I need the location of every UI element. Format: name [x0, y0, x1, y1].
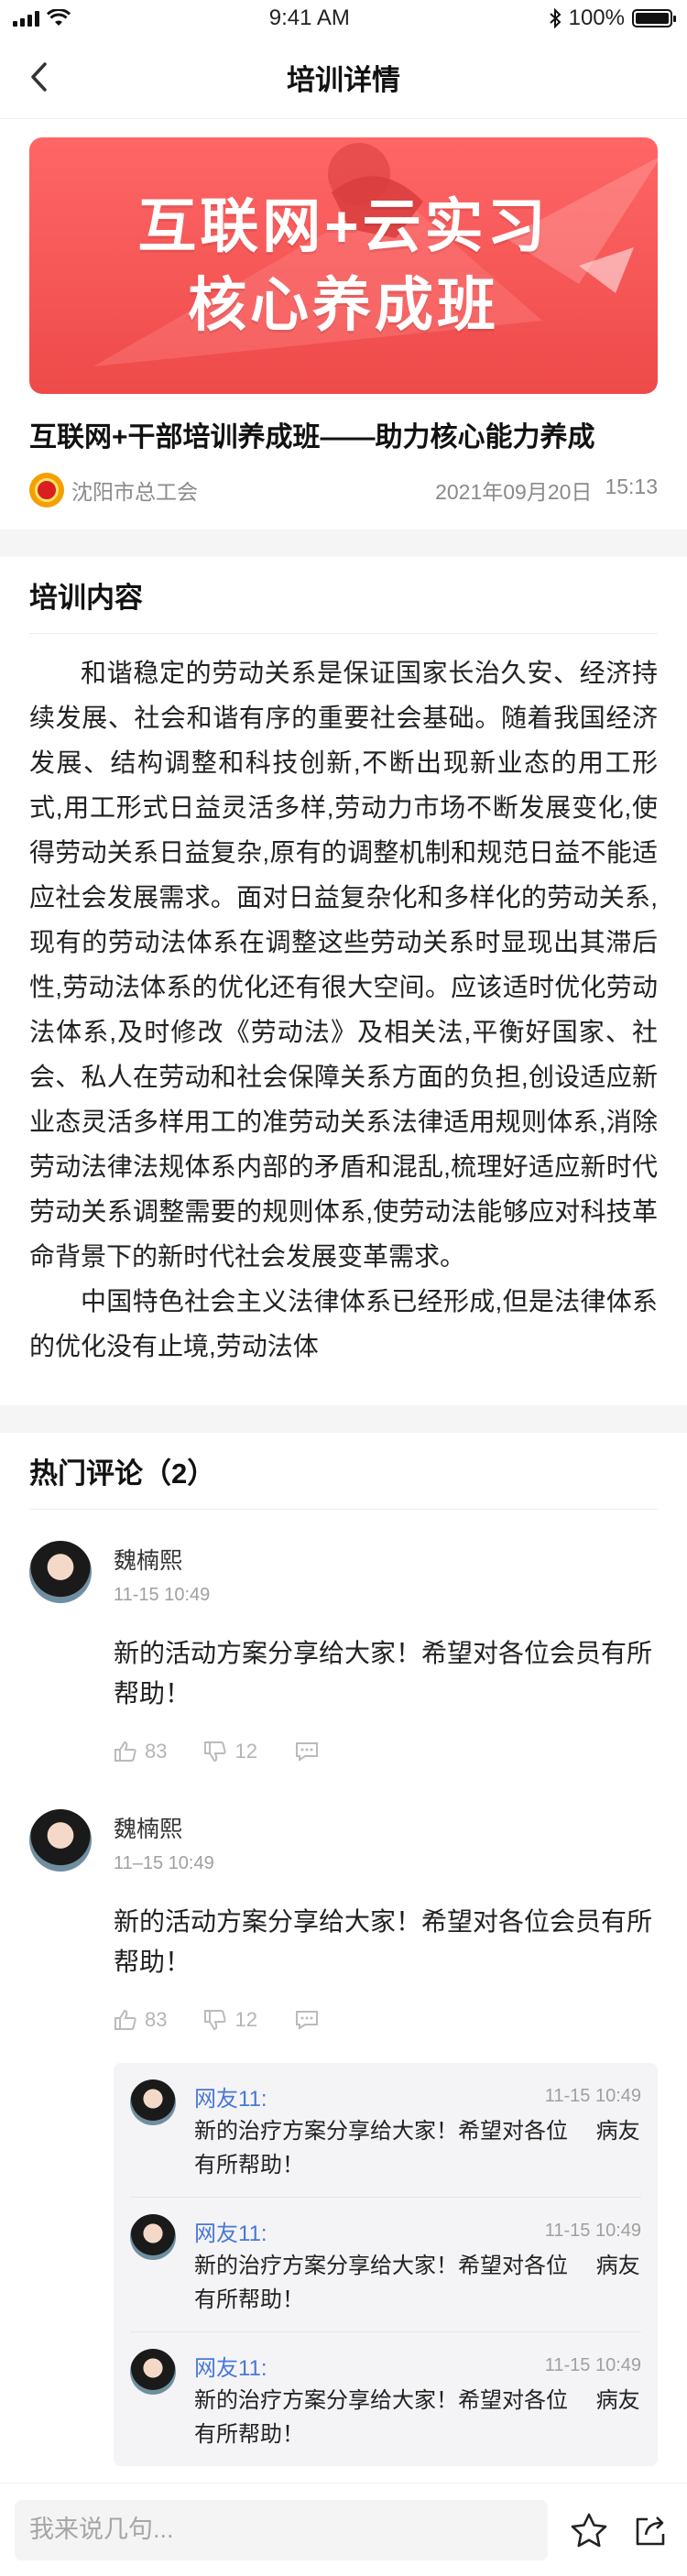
thumbs-down-icon: [204, 1741, 227, 1763]
like-button[interactable]: 83: [114, 1740, 167, 1763]
publisher-name: 沈阳市总工会: [71, 480, 198, 504]
status-bar: 9:41 AM 100%: [0, 0, 687, 37]
reply-list: 网友11: 11-15 10:49 新的治疗方案分享给大家！希望对各位 病友有所…: [114, 2063, 658, 2466]
dislike-count: 12: [234, 1740, 257, 1763]
publisher[interactable]: 沈阳市总工会: [29, 473, 198, 508]
comment-bubble-icon: [295, 1742, 318, 1762]
hero-banner: 互联网+云实习 核心养成班: [29, 137, 658, 394]
comment-input[interactable]: [15, 2499, 548, 2560]
back-button[interactable]: [20, 59, 57, 95]
content-paragraph: 和谐稳定的劳动关系是保证国家长治久安、经济持续发展、社会和谐有序的重要社会基础。…: [29, 659, 658, 1271]
chevron-left-icon: [31, 62, 47, 92]
favorite-button[interactable]: [568, 2509, 610, 2551]
section-divider: [0, 1405, 687, 1433]
comments-heading: 热门评论（2）: [29, 1433, 658, 1510]
dislike-button[interactable]: 12: [203, 1740, 257, 1763]
comment-author: 魏楠熙: [114, 1817, 183, 1842]
page-title: 培训详情: [287, 64, 400, 96]
thumbs-up-icon: [114, 2009, 136, 2030]
reply-time: 11-15 10:49: [544, 2085, 641, 2106]
avatar[interactable]: [130, 2214, 176, 2260]
nav-bar: 培训详情: [0, 37, 687, 119]
dislike-button[interactable]: 12: [203, 2008, 257, 2032]
article-title: 互联网+干部培训养成班——助力核心能力养成: [29, 422, 595, 453]
content-body: 和谐稳定的劳动关系是保证国家长治久安、经济持续发展、社会和谐有序的重要社会基础。…: [29, 650, 658, 1369]
like-count: 83: [145, 1740, 168, 1763]
publish-datetime: 2021年09月20日 15:13: [435, 475, 658, 506]
comment-text: 新的活动方案分享给大家！希望对各位会员有所帮助！: [114, 1907, 653, 1976]
comment-actions: 83 12: [114, 2008, 658, 2032]
avatar[interactable]: [130, 2349, 176, 2395]
reply-item: 网友11: 11-15 10:49 新的治疗方案分享给大家！希望对各位 病友有所…: [130, 2198, 641, 2332]
reply-author[interactable]: 网友11:: [194, 2080, 267, 2112]
dislike-count: 12: [234, 2008, 257, 2031]
avatar[interactable]: [29, 1809, 92, 1872]
reply-time: 11-15 10:49: [544, 2220, 641, 2241]
like-count: 83: [145, 2008, 168, 2031]
comment-time: 11-15 10:49: [114, 1585, 211, 1605]
thumbs-down-icon: [204, 2010, 227, 2031]
thumbs-up-icon: [114, 1741, 136, 1762]
like-button[interactable]: 83: [114, 2008, 167, 2032]
avatar[interactable]: [29, 1541, 92, 1603]
avatar[interactable]: [130, 2079, 176, 2125]
comment-actions: 83 12: [114, 1740, 658, 1763]
reply-button[interactable]: [294, 1741, 320, 1763]
publish-date: 2021年09月20日: [435, 480, 593, 504]
reply-text: 新的治疗方案分享给大家！希望对各位 病友有所帮助！: [194, 2119, 640, 2178]
comment-item: 魏楠熙 11–15 10:49 新的活动方案分享给大家！希望对各位会员有所帮助！…: [29, 1763, 658, 2032]
bottom-bar: [0, 2483, 687, 2576]
comment-bubble-icon: [295, 2011, 318, 2030]
content-heading: 培训内容: [29, 557, 658, 634]
publish-time: 15:13: [605, 475, 658, 498]
article-meta: 沈阳市总工会 2021年09月20日 15:13: [29, 473, 658, 508]
share-button[interactable]: [630, 2509, 672, 2551]
reply-time: 11-15 10:49: [544, 2354, 641, 2375]
content-paragraph: 中国特色社会主义法律体系已经形成,但是法律体系的优化没有止境,劳动法体: [29, 1287, 658, 1360]
hero-title-line2: 核心养成班: [188, 272, 499, 338]
wifi-icon: [47, 9, 71, 26]
reply-text: 新的治疗方案分享给大家！希望对各位 病友有所帮助！: [194, 2254, 640, 2312]
comment-text: 新的活动方案分享给大家！希望对各位会员有所帮助！: [114, 1639, 653, 1708]
hero-title-line1: 互联网+云实习: [137, 193, 550, 259]
reply-item: 网友11: 11-15 10:49 新的治疗方案分享给大家！希望对各位 病友有所…: [130, 2332, 641, 2466]
reply-author[interactable]: 网友11:: [194, 2350, 267, 2382]
battery-text: 100%: [568, 5, 625, 30]
battery-icon: [631, 9, 676, 27]
section-divider: [0, 529, 687, 557]
bluetooth-icon: [549, 8, 562, 28]
reply-text: 新的治疗方案分享给大家！希望对各位 病友有所帮助！: [194, 2388, 640, 2447]
status-right: 100%: [549, 5, 676, 31]
comment-item: 魏楠熙 11-15 10:49 新的活动方案分享给大家！希望对各位会员有所帮助！…: [29, 1510, 658, 1763]
share-icon: [636, 2516, 665, 2545]
star-icon: [571, 2513, 607, 2547]
comment-time: 11–15 10:49: [114, 1853, 214, 1873]
reply-item: 网友11: 11-15 10:49 新的治疗方案分享给大家！希望对各位 病友有所…: [130, 2063, 641, 2198]
comment-author: 魏楠熙: [114, 1548, 183, 1574]
reply-author[interactable]: 网友11:: [194, 2215, 267, 2247]
reply-button[interactable]: [294, 2009, 320, 2031]
signal-icon: [13, 10, 39, 27]
union-logo-icon: [29, 473, 64, 508]
status-left: [13, 9, 71, 27]
status-time: 9:41 AM: [268, 5, 350, 30]
